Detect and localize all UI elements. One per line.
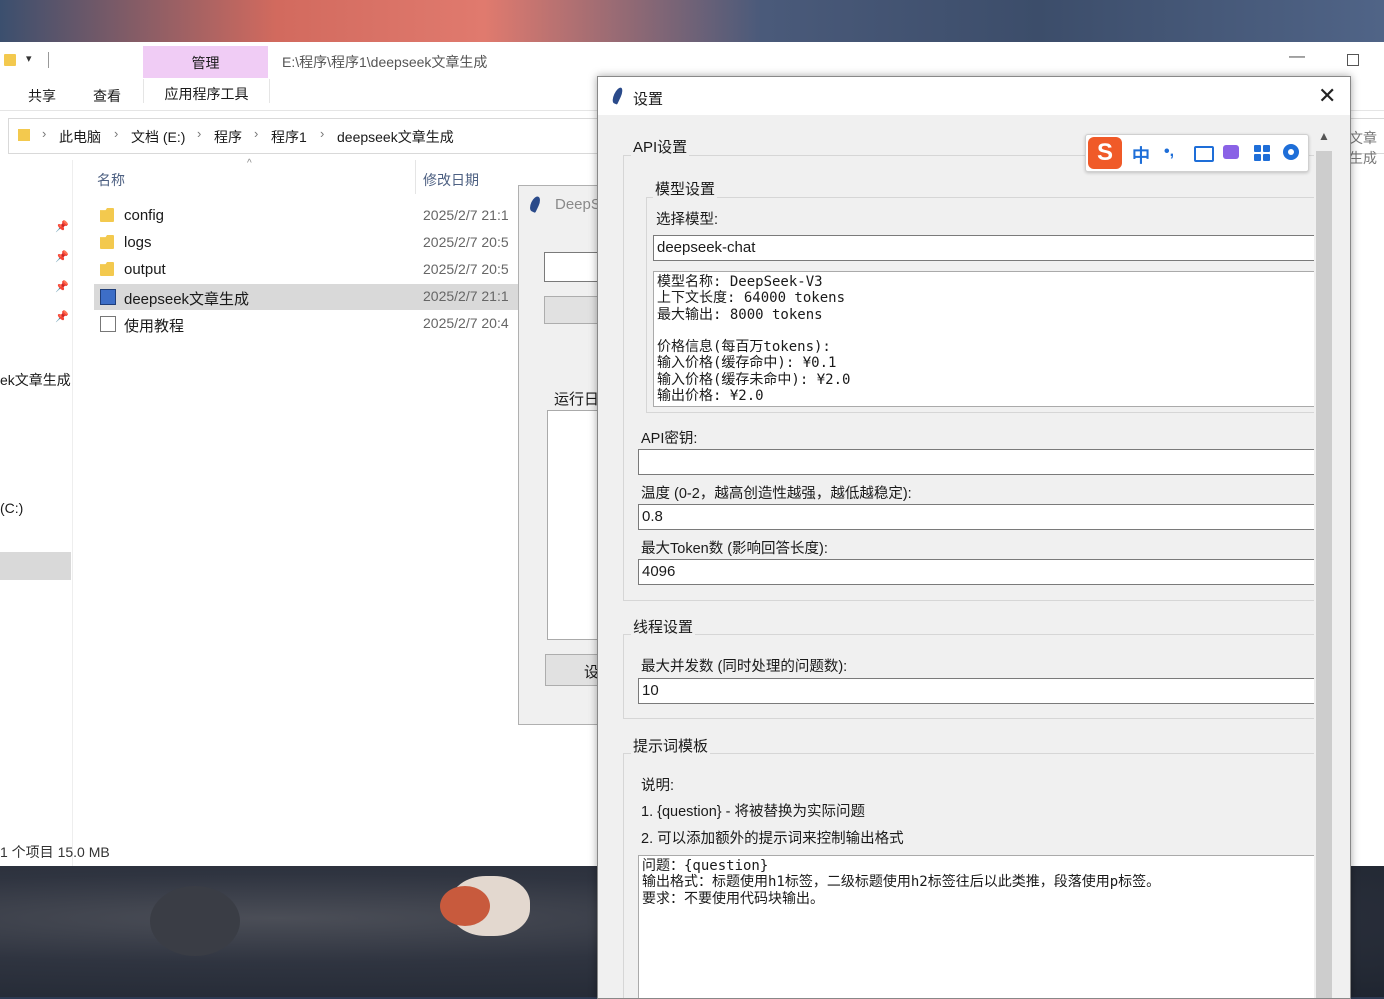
navigation-pane: 📌 📌 📌 📌 ek文章生成 (C:) [0, 160, 73, 866]
thread-settings-group [623, 634, 1325, 719]
tab-app-tools[interactable]: 应用程序工具 [143, 79, 270, 103]
tab-view[interactable]: 查看 [93, 86, 121, 106]
concurrency-label: 最大并发数 (同时处理的问题数): [641, 659, 848, 675]
file-date: 2025/2/7 20:5 [423, 234, 509, 250]
desktop-wallpaper-top [0, 0, 1384, 42]
dialog-title: 设置 [633, 91, 664, 108]
max-token-input[interactable]: 4096 [638, 559, 1316, 585]
feather-icon [610, 86, 625, 105]
close-button[interactable]: ✕ [1318, 83, 1336, 109]
file-date: 2025/2/7 21:1 [423, 207, 509, 223]
window-title: E:\程序\程序1\deepseek文章生成 [282, 54, 488, 70]
file-name: deepseek文章生成 [124, 291, 250, 308]
tab-manage[interactable]: 管理 [143, 46, 268, 78]
scrollbar[interactable]: ▲ [1314, 127, 1334, 998]
chevron-right-icon[interactable]: › [42, 126, 46, 141]
file-date: 2025/2/7 20:5 [423, 261, 509, 277]
status-bar: 1 个项目 15.0 MB [0, 844, 110, 860]
model-select[interactable]: deepseek-chat [653, 235, 1316, 261]
dialog-titlebar: 设置 ✕ [598, 77, 1350, 115]
breadcrumb-item[interactable]: 程序1 [271, 127, 307, 147]
chevron-right-icon[interactable]: › [320, 126, 324, 141]
file-date: 2025/2/7 20:4 [423, 315, 509, 331]
breadcrumb-item[interactable]: 此电脑 [59, 127, 101, 147]
column-divider[interactable] [415, 160, 416, 194]
temperature-label: 温度 (0-2，越高创造性越强，越低越稳定): [641, 486, 912, 502]
pin-icon[interactable]: 📌 [55, 220, 69, 233]
note-line: 1. {question} - 将被替换为实际问题 [641, 804, 866, 820]
folder-icon [100, 262, 114, 276]
toolbox-icon[interactable] [1254, 145, 1270, 161]
model-info-text[interactable]: 模型名称: DeepSeek-V3 上下文长度: 64000 tokens 最大… [653, 271, 1316, 407]
wallpaper-shape [440, 886, 490, 926]
chevron-right-icon[interactable]: › [114, 126, 118, 141]
folder-icon [100, 235, 114, 249]
folder-icon [100, 208, 114, 222]
gear-icon[interactable] [1283, 144, 1299, 160]
group-label: 线程设置 [631, 616, 696, 637]
prompt-template-textarea[interactable]: 问题：{question} 输出格式：标题使用h1标签，二级标题使用h2标签往后… [638, 855, 1316, 998]
feather-icon [527, 195, 543, 213]
file-name: 使用教程 [124, 318, 185, 335]
group-label: 提示词模板 [631, 735, 711, 756]
log-group-label: 运行日 [554, 391, 600, 408]
nav-item[interactable]: ek文章生成 [0, 370, 71, 390]
column-header-date[interactable]: 修改日期 [423, 170, 479, 190]
api-key-input[interactable] [638, 449, 1316, 475]
pin-icon[interactable]: 📌 [55, 250, 69, 263]
temperature-input[interactable]: 0.8 [638, 504, 1316, 530]
scroll-up-icon[interactable]: ▲ [1318, 129, 1330, 143]
skin-icon[interactable] [1223, 145, 1239, 159]
punctuation-icon[interactable]: •, [1164, 143, 1174, 161]
divider [48, 52, 49, 68]
max-token-label: 最大Token数 (影响回答长度): [641, 541, 828, 557]
breadcrumb-item[interactable]: deepseek文章生成 [337, 127, 454, 147]
chevron-right-icon[interactable]: › [197, 126, 201, 141]
breadcrumb-item[interactable]: 程序 [214, 127, 242, 147]
chevron-right-icon[interactable]: › [254, 126, 258, 141]
minimize-button[interactable]: — [1289, 48, 1305, 66]
nav-item-selected[interactable] [0, 552, 71, 580]
file-name: config [124, 207, 165, 224]
app-icon [100, 289, 116, 305]
api-key-label: API密钥: [641, 431, 698, 447]
note-title: 说明: [641, 778, 675, 794]
breadcrumb-item[interactable]: 文档 (E:) [131, 127, 185, 147]
window-title: DeepS [555, 196, 601, 213]
select-model-label: 选择模型: [656, 212, 719, 228]
ime-mode-toggle[interactable]: 中 [1132, 142, 1150, 168]
wallpaper-shape [150, 886, 240, 956]
tab-share[interactable]: 共享 [28, 86, 56, 106]
scrollbar-thumb[interactable] [1316, 151, 1332, 998]
note-line: 2. 可以添加额外的提示词来控制输出格式 [641, 831, 904, 847]
nav-item-drive-c[interactable]: (C:) [0, 500, 23, 516]
concurrency-input[interactable]: 10 [638, 678, 1316, 704]
ime-toolbar[interactable]: S 中 •, [1085, 134, 1309, 172]
deepseek-app-window: DeepS 运行日 设 [518, 185, 609, 725]
file-name: output [124, 261, 166, 278]
keyboard-icon[interactable] [1194, 146, 1214, 162]
folder-icon [18, 129, 30, 141]
pin-icon[interactable]: 📌 [55, 310, 69, 323]
group-label: 模型设置 [653, 178, 718, 199]
file-date: 2025/2/7 21:1 [423, 288, 509, 304]
maximize-button[interactable] [1347, 54, 1359, 66]
pin-icon[interactable]: 📌 [55, 280, 69, 293]
settings-dialog: 设置 ✕ API设置 模型设置 选择模型: deepseek-chat 模型名称… [597, 76, 1351, 999]
folder-icon[interactable] [4, 54, 16, 66]
quick-access-dropdown-icon[interactable]: ▾ [26, 52, 32, 65]
sort-up-icon: ^ [247, 158, 252, 169]
document-icon [100, 316, 116, 332]
file-name: logs [124, 234, 152, 251]
sogou-logo-icon[interactable]: S [1088, 137, 1122, 169]
group-label: API设置 [631, 136, 690, 157]
address-fragment: 文章生成 [1349, 130, 1377, 166]
column-header-name[interactable]: 名称 [97, 170, 125, 190]
